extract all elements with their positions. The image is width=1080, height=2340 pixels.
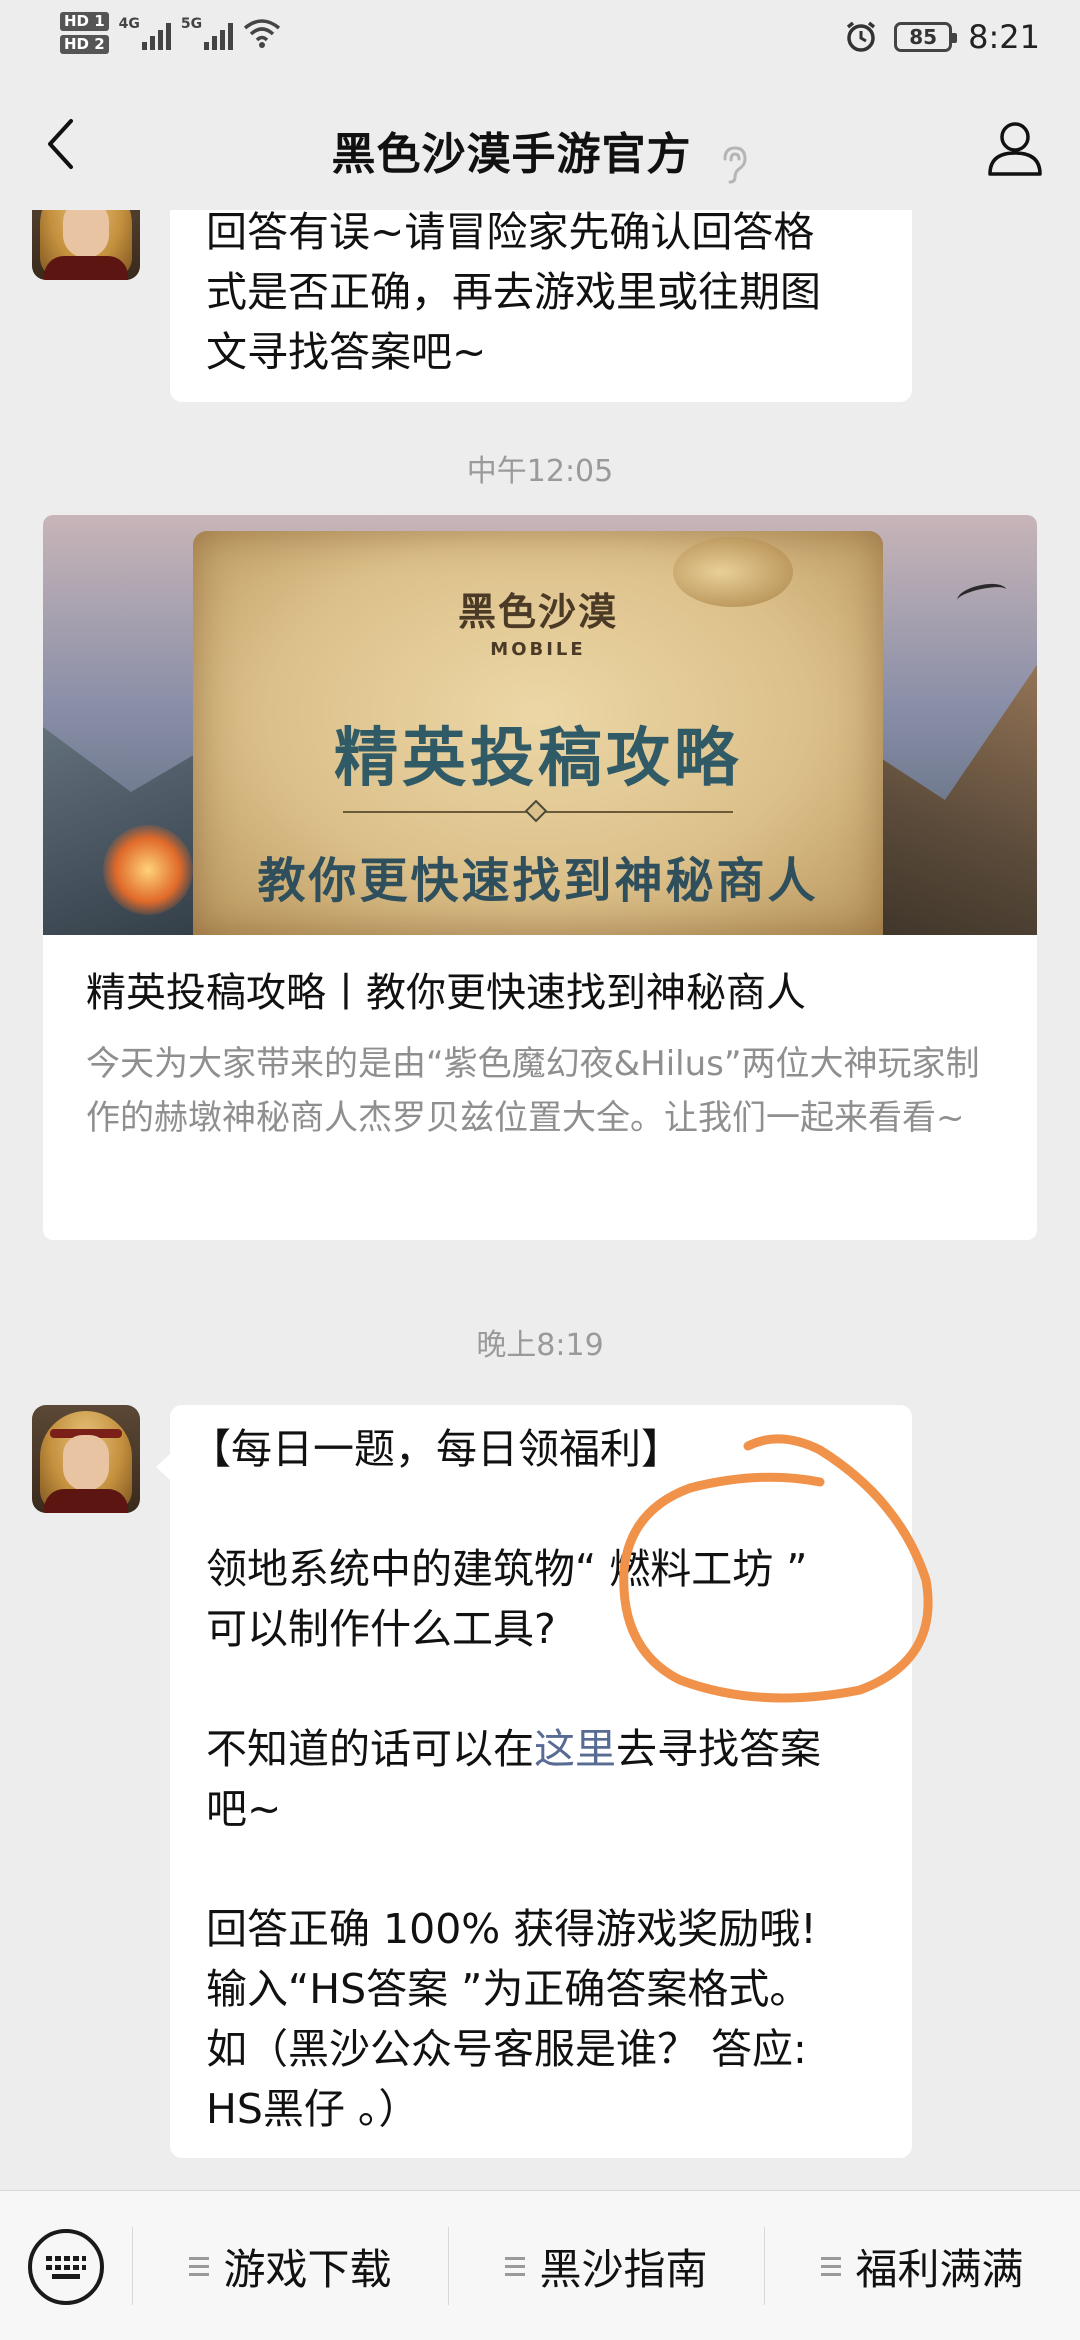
alarm-icon (847, 21, 876, 52)
sim2-label: HD 2 (60, 35, 109, 54)
sim1-label: HD 1 (60, 12, 109, 31)
cover-subtitle: 教你更快速找到神秘商人 (257, 853, 819, 909)
signal-bars-icon (141, 22, 171, 50)
daily-quiz-bubble[interactable]: 【每日一题，每日领福利】 领地系统中的建筑物“ 燃料工坊 ” 可以制作什么工具?… (156, 1405, 912, 2158)
official-account-avatar[interactable] (32, 1405, 140, 1513)
chat-header: 黑色沙漠手游官方 (0, 80, 1080, 210)
article-title: 精英投稿攻略丨教你更快速找到神秘商人 (86, 970, 806, 1016)
cover-title: 精英投稿攻略 (334, 721, 742, 796)
menu-icon (505, 2256, 526, 2276)
menu-benefits[interactable]: 福利满满 (765, 2191, 1080, 2340)
status-left: HD 1 HD 2 4G 5G (60, 12, 281, 54)
timestamp: 晚上8:19 (476, 1328, 604, 1363)
menu-icon (821, 2256, 842, 2276)
keyboard-toggle-button[interactable] (28, 2229, 104, 2305)
quiz-reward-text: 回答正确 100% 获得游戏奖励哦! 输入“HS答案 ”为正确答案格式。 如（黑… (206, 1905, 817, 2133)
chat-screen: HD 1 HD 2 4G 5G 85 8:21 黑色沙漠手游官方 回答有误~请冒… (0, 0, 1080, 2340)
parchment-scroll: 黑色沙漠 MOBILE 精英投稿攻略 教你更快速找到神秘商人 (193, 531, 883, 935)
menu-label: 福利满满 (855, 2244, 1024, 2294)
menu-game-download[interactable]: 游戏下载 (133, 2191, 448, 2340)
battery-icon: 85 (894, 22, 958, 52)
menu-label: 黑沙指南 (539, 2244, 708, 2294)
article-card[interactable]: 黑色沙漠 MOBILE 精英投稿攻略 教你更快速找到神秘商人 精英投稿攻略丨教你… (43, 515, 1037, 1240)
article-description: 今天为大家带来的是由“紫色魔幻夜&Hilus”两位大神玩家制作的赫墩神秘商人杰罗… (86, 1044, 980, 1138)
net2-label: 5G (180, 16, 203, 32)
account-menu-bar: 游戏下载 黑沙指南 福利满满 (0, 2190, 1080, 2340)
game-logo-subtitle: MOBILE (490, 639, 586, 660)
official-account-avatar[interactable] (32, 210, 140, 280)
status-right: 85 8:21 (844, 18, 1040, 56)
signal-bars-icon (204, 22, 234, 50)
timestamp: 中午12:05 (466, 454, 614, 489)
keyboard-icon (46, 2256, 86, 2279)
page-title: 黑色沙漠手游官方 (331, 129, 692, 180)
answer-link[interactable]: 这里 (534, 1725, 616, 1773)
battery-level: 85 (909, 25, 938, 49)
profile-button[interactable] (980, 116, 1050, 180)
title-area: 黑色沙漠手游官方 (0, 118, 1080, 185)
message-text: 回答有误~请冒险家先确认回答格 式是否正确，再去游戏里或往期图 文寻找答案吧~ (206, 210, 821, 376)
game-logo: 黑色沙漠 (457, 589, 618, 634)
status-bar: HD 1 HD 2 4G 5G 85 8:21 (0, 0, 1080, 80)
article-cover-image: 黑色沙漠 MOBILE 精英投稿攻略 教你更快速找到神秘商人 (43, 515, 1037, 935)
ear-icon (723, 145, 747, 183)
clock: 8:21 (968, 18, 1040, 56)
signal-5g: 5G (180, 16, 234, 50)
quiz-header: 【每日一题，每日领福利】 (190, 1425, 682, 1473)
user-icon (988, 122, 1042, 176)
wifi-icon (244, 19, 281, 48)
signal-4g: 4G (119, 16, 171, 50)
quiz-hint: 不知道的话可以在这里去寻找答案 吧~ (206, 1725, 821, 1833)
message-list[interactable]: 回答有误~请冒险家先确认回答格 式是否正确，再去游戏里或往期图 文寻找答案吧~ … (0, 210, 1080, 2190)
net1-label: 4G (118, 16, 140, 32)
sim-indicators: HD 1 HD 2 (60, 12, 109, 54)
menu-label: 游戏下载 (223, 2244, 392, 2294)
menu-icon (189, 2256, 210, 2276)
message-bubble[interactable]: 回答有误~请冒险家先确认回答格 式是否正确，再去游戏里或往期图 文寻找答案吧~ (170, 210, 912, 402)
menu-game-guide[interactable]: 黑沙指南 (449, 2191, 764, 2340)
quiz-question: 领地系统中的建筑物“ 燃料工坊 ” 可以制作什么工具? (206, 1545, 808, 1653)
